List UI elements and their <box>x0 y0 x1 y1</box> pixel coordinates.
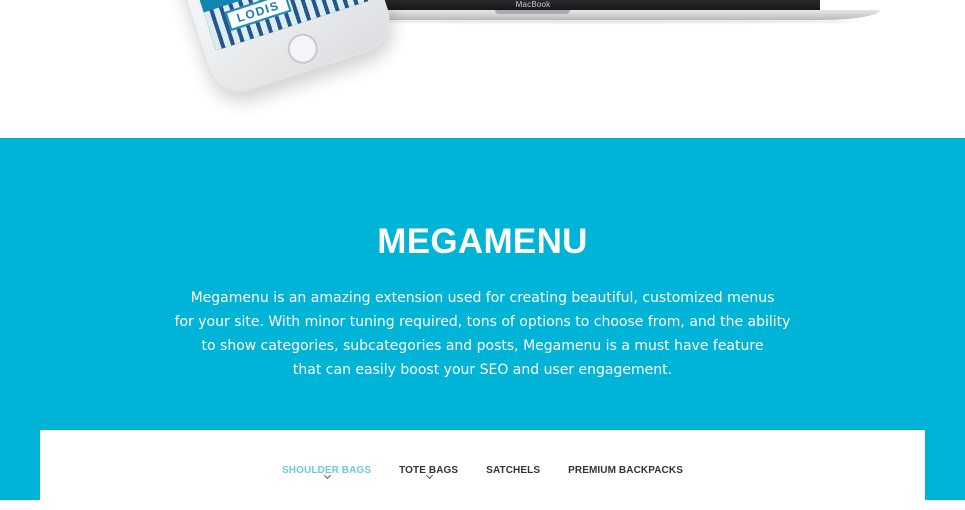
description-line: Megamenu is an amazing extension used fo… <box>190 290 775 306</box>
description-line: for your site. With minor tuning require… <box>174 314 791 330</box>
menu-item-shoulder-bags[interactable]: SHOULDER BAGS <box>268 460 385 480</box>
menu-item-satchels[interactable]: SATCHELS <box>472 460 554 478</box>
menu-item-tote-bags[interactable]: TOTE BAGS <box>385 460 472 480</box>
description-line: that can easily boost your SEO and user … <box>292 362 673 378</box>
menu-item-label: SATCHELS <box>486 465 541 476</box>
hero-product-image: MacBook LODIS <box>0 0 965 138</box>
menu-item-premium-backpacks[interactable]: PREMIUM BACKPACKS <box>554 460 697 478</box>
megamenu-feature-section: MEGAMENU Megamenu is an amazing extensio… <box>0 138 965 510</box>
phone-screen: LODIS <box>157 0 371 51</box>
chevron-down-icon <box>323 471 331 480</box>
description-line: to show categories, subcategories and po… <box>201 338 764 354</box>
section-description: Megamenu is an amazing extension used fo… <box>150 286 815 382</box>
phone-home-button <box>283 29 322 68</box>
laptop-brand-label: MacBook <box>515 0 551 9</box>
menu-item-label: PREMIUM BACKPACKS <box>568 465 683 476</box>
phone-mockup: LODIS <box>131 0 399 101</box>
section-title: MEGAMENU <box>377 222 588 261</box>
laptop-notch <box>495 10 570 14</box>
megamenu-demo-card: SHOULDER BAGS TOTE BAGS SATCHELS PREMIUM… <box>40 430 925 510</box>
laptop-base <box>330 10 880 20</box>
megamenu-nav: SHOULDER BAGS TOTE BAGS SATCHELS PREMIUM… <box>40 460 925 480</box>
